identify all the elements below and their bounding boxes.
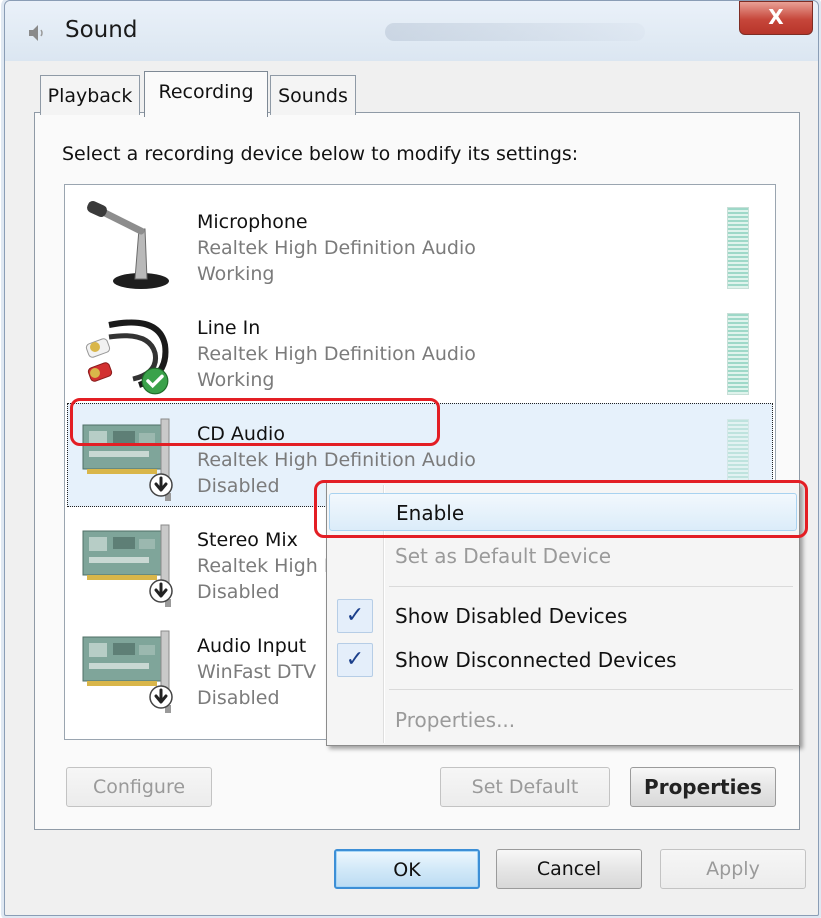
cancel-button[interactable]: Cancel xyxy=(496,849,642,889)
device-status: Disabled xyxy=(197,687,280,709)
device-driver: Realtek High Definition Audio xyxy=(197,237,476,259)
default-check-badge-icon xyxy=(141,367,169,395)
instruction-text: Select a recording device below to modif… xyxy=(62,143,579,165)
microphone-icon xyxy=(87,200,169,289)
menu-item-label: Properties... xyxy=(395,708,516,732)
device-row-microphone[interactable]: Microphone Realtek High Definition Audio… xyxy=(67,191,773,295)
menu-item-properties[interactable]: Properties... xyxy=(329,701,797,739)
title-bar-blur xyxy=(385,23,645,41)
device-name: Audio Input xyxy=(197,635,307,657)
tab-playback[interactable]: Playback xyxy=(40,75,140,115)
properties-button[interactable]: Properties xyxy=(630,767,776,807)
device-driver: Realtek High Definition Audio xyxy=(197,449,476,471)
menu-item-set-default-device[interactable]: Set as Default Device xyxy=(329,537,797,575)
device-status: Disabled xyxy=(197,475,280,497)
set-default-button[interactable]: Set Default xyxy=(440,767,610,807)
apply-button[interactable]: Apply xyxy=(660,849,806,889)
menu-item-show-disconnected-devices[interactable]: ✓ Show Disconnected Devices xyxy=(329,641,797,679)
menu-separator xyxy=(389,689,793,690)
device-status: Working xyxy=(197,369,275,391)
device-name: Line In xyxy=(197,317,261,339)
context-menu: Enable Set as Default Device ✓ Show Disa… xyxy=(326,482,800,746)
menu-item-label: Set as Default Device xyxy=(395,544,612,568)
ok-button[interactable]: OK xyxy=(334,849,480,889)
device-row-line-in[interactable]: Line In Realtek High Definition Audio Wo… xyxy=(67,297,773,401)
disabled-arrow-badge-icon xyxy=(149,579,173,603)
device-name: CD Audio xyxy=(197,423,285,445)
menu-item-label: Show Disconnected Devices xyxy=(395,648,677,672)
menu-item-label: Enable xyxy=(396,501,465,525)
device-name: Stereo Mix xyxy=(197,529,298,551)
disabled-arrow-badge-icon xyxy=(149,685,173,709)
menu-separator xyxy=(389,586,793,587)
checkmark-icon: ✓ xyxy=(337,599,373,633)
menu-item-show-disabled-devices[interactable]: ✓ Show Disabled Devices xyxy=(329,597,797,635)
device-driver: WinFast DTV xyxy=(197,661,317,683)
close-button[interactable]: X xyxy=(739,1,813,35)
tab-sounds[interactable]: Sounds xyxy=(270,75,356,115)
menu-item-enable[interactable]: Enable xyxy=(329,493,797,531)
device-driver: Realtek High Definition Audio xyxy=(197,343,476,365)
checkmark-icon: ✓ xyxy=(337,643,373,677)
speaker-icon xyxy=(29,25,43,41)
device-status: Disabled xyxy=(197,581,280,603)
window-title: Sound xyxy=(65,17,138,43)
device-name: Microphone xyxy=(197,211,308,233)
level-meter xyxy=(727,207,749,289)
title-bar[interactable]: Sound X xyxy=(5,1,818,61)
device-status: Working xyxy=(197,263,275,285)
disabled-arrow-badge-icon xyxy=(149,473,173,497)
level-meter xyxy=(727,313,749,395)
menu-item-label: Show Disabled Devices xyxy=(395,604,628,628)
configure-button[interactable]: Configure xyxy=(66,767,212,807)
tab-recording[interactable]: Recording xyxy=(144,71,268,117)
